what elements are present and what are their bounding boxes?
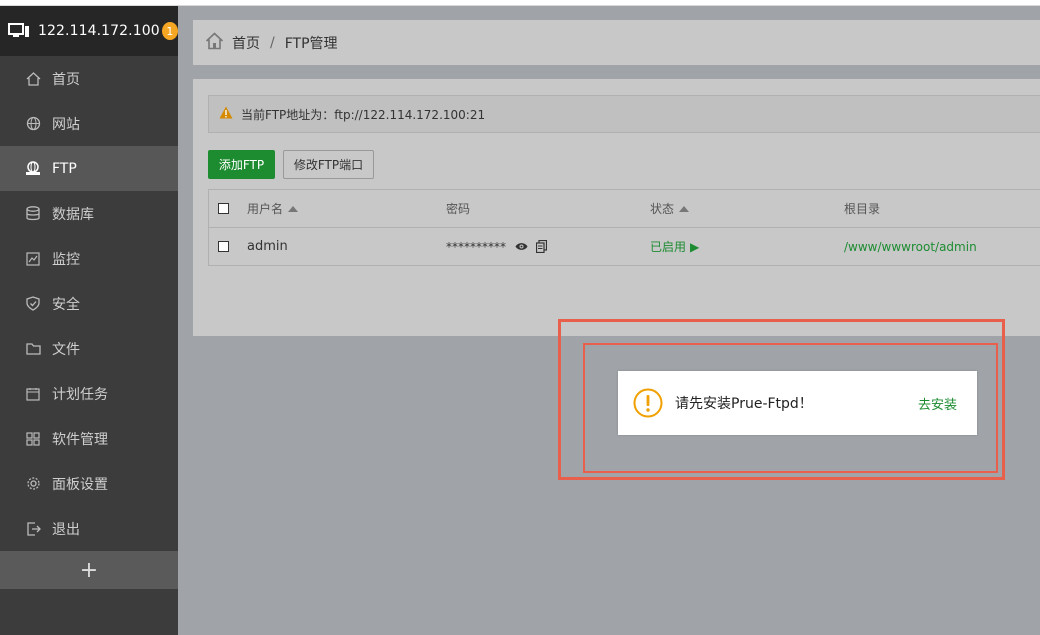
sidebar-item-label: 软件管理 [52,431,108,448]
status-text: 已启用 [650,240,687,254]
home-icon[interactable] [205,31,224,54]
sidebar-item-label: 数据库 [52,206,94,223]
sidebar-item-label: 监控 [52,251,80,268]
server-header: 122.114.172.100 1 [0,6,178,56]
sidebar-item-database[interactable]: 数据库 [0,191,178,236]
sidebar-item-label: 计划任务 [52,386,108,403]
copy-icon[interactable] [536,240,547,253]
go-install-link[interactable]: 去安装 [918,394,957,413]
row-checkbox[interactable] [218,241,229,252]
column-root-label: 根目录 [844,202,881,216]
server-ip: 122.114.172.100 [38,23,160,39]
change-ftp-port-button[interactable]: 修改FTP端口 [283,150,374,179]
globe-icon [25,116,41,132]
column-password-label: 密码 [446,202,471,216]
sidebar-item-security[interactable]: 安全 [0,281,178,326]
row-root-link[interactable]: /www/wwwroot/admin [844,228,977,265]
sort-asc-icon [679,205,690,212]
sort-asc-icon [288,205,299,212]
sidebar-item-home[interactable]: 首页 [0,56,178,101]
sidebar-item-cron[interactable]: 计划任务 [0,371,178,416]
database-icon [25,206,41,222]
select-all-checkbox[interactable] [218,203,229,214]
sidebar-item-label: 退出 [52,521,80,538]
column-username[interactable]: 用户名 [247,190,299,227]
breadcrumb-home-link[interactable]: 首页 [232,33,260,53]
ftp-table: 用户名 密码 状态 根目录 admin ********** 已启用 ▶ /ww… [208,189,1040,266]
ftp-address-alert: 当前FTP地址为：ftp://122.114.172.100:21 [208,95,1040,133]
notification-badge[interactable]: 1 [161,22,178,40]
folder-icon [25,341,41,357]
sidebar-item-files[interactable]: 文件 [0,326,178,371]
grid-icon [25,431,41,447]
row-password: ********** [446,228,547,265]
sidebar-item-ftp[interactable]: FTP [0,146,178,191]
sidebar-item-logout[interactable]: 退出 [0,506,178,551]
warning-icon [219,106,233,122]
column-root: 根目录 [844,190,880,227]
calendar-icon [25,386,41,402]
table-header: 用户名 密码 状态 根目录 [209,190,1040,228]
sidebar-item-website[interactable]: 网站 [0,101,178,146]
breadcrumb-current: FTP管理 [284,35,338,52]
sidebar-item-label: 网站 [52,116,80,133]
sidebar-item-label: FTP [52,160,77,177]
table-row: admin ********** 已启用 ▶ /www/wwwroot/admi… [209,228,1040,265]
row-status[interactable]: 已启用 ▶ [650,228,699,265]
sidebar-item-label: 文件 [52,341,80,358]
sidebar-item-label: 安全 [52,296,80,313]
toast-message: 请先安装Prue-Ftpd！ [675,396,813,412]
install-prompt-toast: 请先安装Prue-Ftpd！ 去安装 [618,371,977,435]
logout-icon [25,521,41,537]
exclamation-icon [633,388,663,418]
sidebar-item-label: 面板设置 [52,476,108,493]
password-mask: ********** [446,239,506,254]
shield-icon [25,296,41,312]
home-icon [25,71,41,87]
column-status[interactable]: 状态 [650,190,690,227]
add-ftp-button[interactable]: 添加FTP [208,150,275,179]
sidebar-item-settings[interactable]: 面板设置 [0,461,178,506]
breadcrumb-separator: / [270,34,275,51]
monitor-icon [25,251,41,267]
sidebar: 122.114.172.100 1 首页 网站 FTP 数据库 监控 安全 文件… [0,6,178,635]
play-icon: ▶ [690,239,700,254]
column-username-label: 用户名 [247,202,284,216]
breadcrumb: 首页 / FTP管理 [193,20,1040,65]
column-password: 密码 [446,190,470,227]
eye-icon[interactable] [515,242,528,251]
ftp-address-text: 当前FTP地址为：ftp://122.114.172.100:21 [241,107,486,122]
column-status-label: 状态 [650,202,675,216]
ftp-icon [25,161,41,177]
gear-icon [25,476,41,492]
sidebar-item-software[interactable]: 软件管理 [0,416,178,461]
add-shortcut-button[interactable]: + [0,551,178,589]
sidebar-item-label: 首页 [52,71,80,88]
row-username: admin [247,239,288,254]
sidebar-item-monitor[interactable]: 监控 [0,236,178,281]
monitor-server-icon [8,23,30,39]
